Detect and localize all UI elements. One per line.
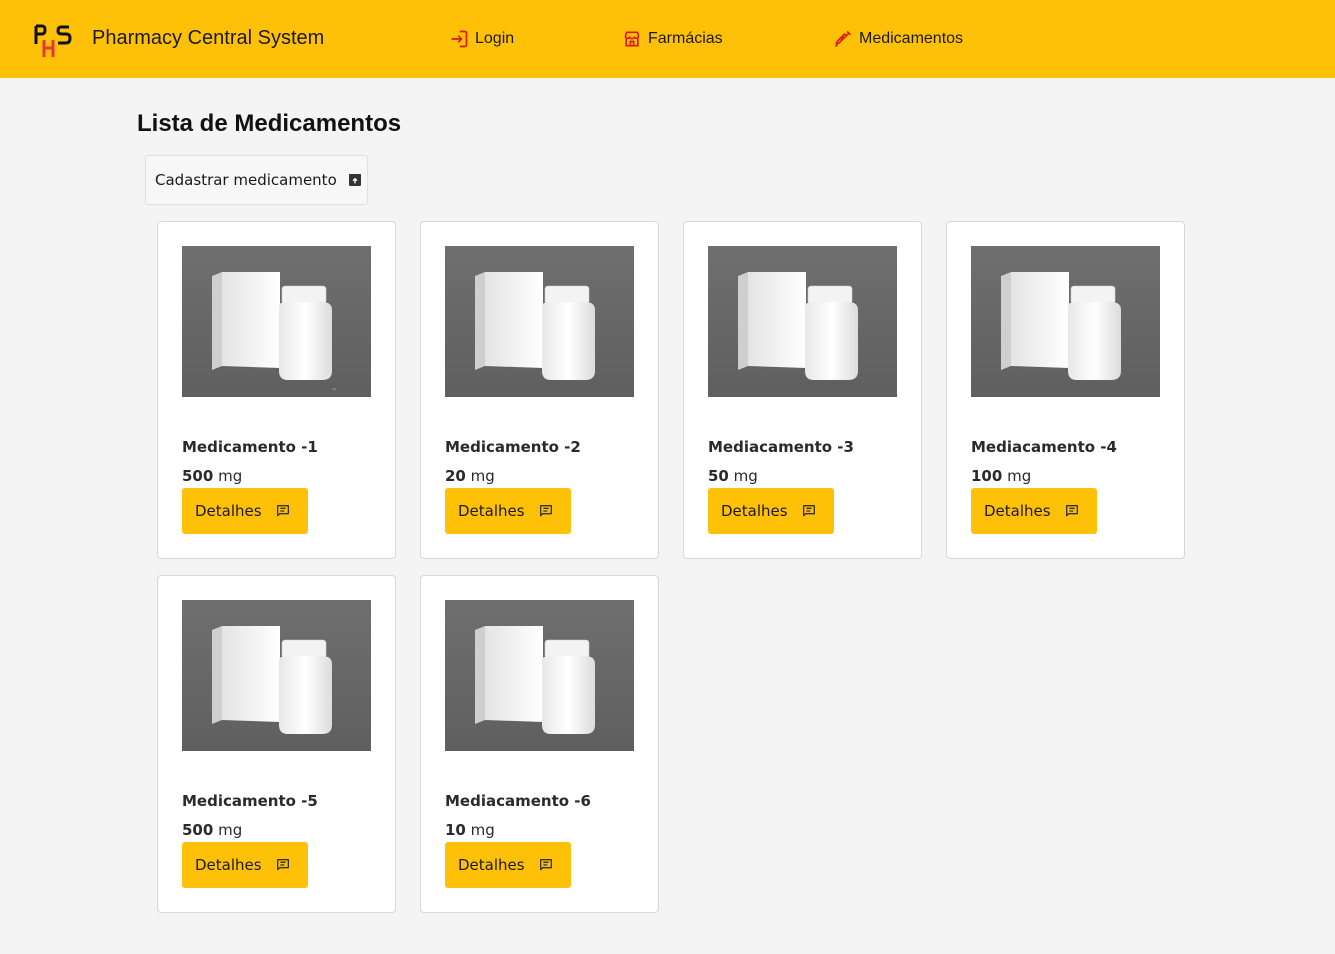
comment-icon <box>802 505 815 517</box>
details-label: Detalhes <box>458 502 525 520</box>
top-navbar: Pharmacy Central System Login Farmácias … <box>0 0 1335 78</box>
medicine-image <box>971 246 1160 397</box>
medicine-name: Medicamento -2 <box>445 438 581 456</box>
medicine-dose: 10 mg <box>445 821 495 839</box>
medicine-image <box>445 600 634 751</box>
nav-farmacias-label: Farmácias <box>648 30 723 47</box>
medicine-card: Mediacamento -3 50 mg Detalhes <box>683 221 922 559</box>
details-label: Detalhes <box>984 502 1051 520</box>
details-button[interactable]: Detalhes <box>182 842 308 888</box>
medicine-name: Mediacamento -4 <box>971 438 1117 456</box>
medicine-name: Mediacamento -6 <box>445 792 591 810</box>
details-button[interactable]: Detalhes <box>708 488 834 534</box>
nav-farmacias[interactable]: Farmácias <box>622 28 723 50</box>
details-button[interactable]: Detalhes <box>445 488 571 534</box>
details-button[interactable]: Detalhes <box>971 488 1097 534</box>
syringe-icon <box>834 30 852 48</box>
comment-icon <box>539 505 552 517</box>
details-button[interactable]: Detalhes <box>182 488 308 534</box>
nav-login-label: Login <box>475 30 515 47</box>
medicine-dose: 100 mg <box>971 467 1032 485</box>
store-icon <box>624 31 640 47</box>
details-label: Detalhes <box>195 856 262 874</box>
medicine-name: Mediacamento -3 <box>708 438 854 456</box>
app-logo[interactable] <box>34 24 72 58</box>
nav-medicamentos-label: Medicamentos <box>859 30 964 47</box>
medicine-dose: 50 mg <box>708 467 758 485</box>
medicine-dose: 20 mg <box>445 467 495 485</box>
medicine-card: ~ Medicamento -1 500 mg Detalhes <box>157 221 396 559</box>
add-medicine-label: Cadastrar medicamento <box>155 171 337 189</box>
medicine-card: Mediacamento -4 100 mg Detalhes <box>946 221 1185 559</box>
medicine-name: Medicamento -1 <box>182 438 318 456</box>
app-title: Pharmacy Central System <box>92 27 325 49</box>
svg-text:~: ~ <box>332 386 337 393</box>
medicine-card: Medicamento -5 500 mg Detalhes <box>157 575 396 913</box>
comment-icon <box>539 859 552 871</box>
add-medicine-button[interactable]: Cadastrar medicamento <box>145 155 368 205</box>
medicine-card: Mediacamento -6 10 mg Detalhes <box>420 575 659 913</box>
details-label: Detalhes <box>195 502 262 520</box>
page-title: Lista de Medicamentos <box>137 110 402 137</box>
login-icon <box>451 30 468 48</box>
comment-icon <box>276 505 289 517</box>
comment-icon <box>276 859 289 871</box>
details-label: Detalhes <box>721 502 788 520</box>
medicine-card: Medicamento -2 20 mg Detalhes <box>420 221 659 559</box>
medicine-name: Medicamento -5 <box>182 792 318 810</box>
medicine-image <box>445 246 634 397</box>
medicine-image: ~ <box>182 246 371 397</box>
details-label: Detalhes <box>458 856 525 874</box>
add-box-icon <box>348 174 361 186</box>
details-button[interactable]: Detalhes <box>445 842 571 888</box>
medicine-dose: 500 mg <box>182 821 243 839</box>
nav-medicamentos[interactable]: Medicamentos <box>833 28 963 50</box>
medicine-dose: 500 mg <box>182 467 243 485</box>
medicine-image <box>182 600 371 751</box>
comment-icon <box>1065 505 1078 517</box>
medicine-image <box>708 246 897 397</box>
nav-login[interactable]: Login <box>449 28 514 50</box>
